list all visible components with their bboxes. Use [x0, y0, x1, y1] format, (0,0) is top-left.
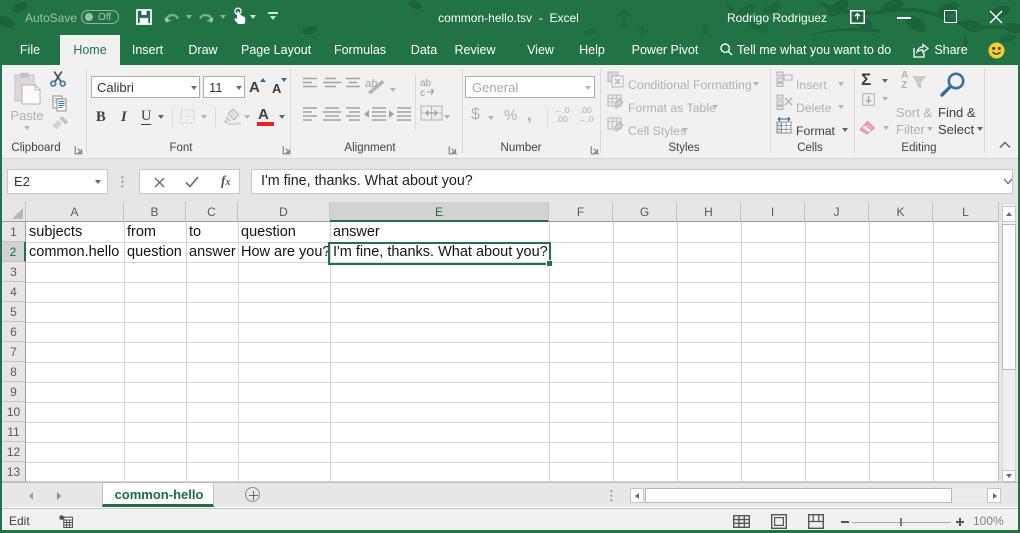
- svg-text:c: c: [420, 88, 425, 99]
